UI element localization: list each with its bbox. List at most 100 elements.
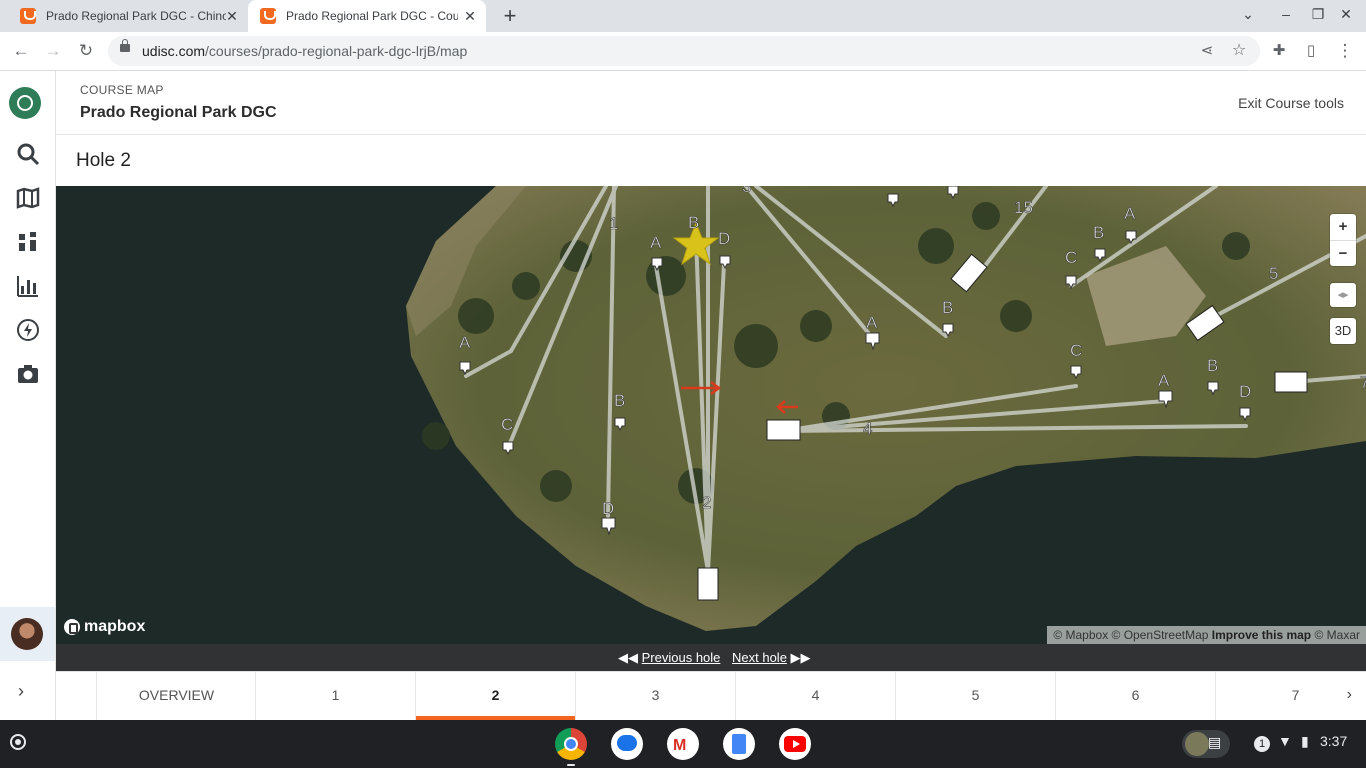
- map-label-A: A: [459, 333, 471, 352]
- browser-tab-1[interactable]: Prado Regional Park DGC - Chino ✕: [0, 0, 248, 32]
- next-hole-label: Next hole: [732, 650, 787, 665]
- wifi-icon[interactable]: ▼: [1278, 733, 1292, 749]
- next-hole-link[interactable]: Next hole ▶▶: [732, 650, 811, 666]
- map-label-hole-3: 3: [742, 186, 751, 196]
- tab-search-chevron-icon[interactable]: ⌄: [1238, 6, 1258, 23]
- minimize-icon[interactable]: –: [1276, 6, 1296, 22]
- tab-hole-4[interactable]: 4: [735, 672, 895, 721]
- left-nav-rail: ›: [0, 71, 56, 720]
- close-window-icon[interactable]: ✕: [1336, 6, 1356, 23]
- map-label-A: A: [650, 233, 662, 252]
- course-name: Prado Regional Park DGC: [80, 104, 277, 121]
- youtube-app-icon[interactable]: [779, 728, 811, 760]
- attribution-osm-link[interactable]: © OpenStreetMap: [1112, 628, 1209, 642]
- attribution-maxar-link[interactable]: © Maxar: [1314, 628, 1360, 642]
- browser-tab-title: Prado Regional Park DGC - Course: [286, 9, 458, 23]
- tab-hole-7[interactable]: 7: [1215, 672, 1366, 721]
- avatar-image: [11, 618, 43, 650]
- udisc-logo-icon[interactable]: [9, 87, 41, 119]
- camera-icon[interactable]: [15, 362, 41, 388]
- tab-overview[interactable]: OVERVIEW: [96, 672, 256, 721]
- map-label-A: A: [1158, 371, 1170, 390]
- tab-hole-3[interactable]: 3: [575, 672, 735, 721]
- map-label-hole-1: 1: [609, 214, 618, 233]
- search-icon[interactable]: [15, 142, 41, 168]
- compass-rotate-icon[interactable]: ◂▸: [1330, 283, 1356, 307]
- bookmark-star-icon[interactable]: ☆: [1228, 40, 1250, 62]
- lock-icon: [120, 39, 130, 52]
- tee-hole-4[interactable]: [766, 419, 801, 441]
- tab-hole-6[interactable]: 6: [1055, 672, 1215, 721]
- back-icon[interactable]: ←: [10, 40, 32, 62]
- close-tab-icon[interactable]: ✕: [462, 8, 478, 24]
- url-path: /courses/prado-regional-park-dgc-lrjB/ma…: [205, 43, 468, 59]
- map-label-D: D: [718, 229, 730, 248]
- reload-icon[interactable]: ↻: [75, 40, 97, 62]
- running-indicator: [567, 764, 575, 766]
- scorecard-icon[interactable]: [15, 230, 41, 256]
- os-shelf: M ▤ 1 ▼ ▮ 3:37: [0, 720, 1366, 768]
- map-label-D: D: [602, 499, 614, 518]
- stats-chart-icon[interactable]: [15, 274, 41, 300]
- chrome-app-center: [564, 737, 578, 751]
- previous-hole-link[interactable]: ◀◀ Previous hole: [618, 650, 720, 666]
- fast-forward-icon: ▶▶: [790, 650, 811, 665]
- zoom-out-button[interactable]: −: [1330, 241, 1356, 266]
- tote-thumbnail: [1185, 732, 1209, 756]
- zoom-in-button[interactable]: +: [1330, 214, 1356, 241]
- clock-time[interactable]: 3:37: [1320, 733, 1347, 749]
- docs-app-icon[interactable]: [723, 728, 755, 760]
- tee-hole-6[interactable]: [1274, 371, 1308, 393]
- share-icon[interactable]: ⋖: [1196, 40, 1218, 62]
- chrome-menu-icon[interactable]: ⋮: [1334, 40, 1356, 62]
- map-label-hole-5: 5: [1269, 264, 1278, 283]
- tote-holding-space[interactable]: ▤: [1182, 730, 1230, 758]
- map-label-C: C: [1070, 341, 1082, 360]
- url-domain: udisc.com: [142, 43, 206, 59]
- restore-icon[interactable]: ❐: [1308, 6, 1328, 23]
- zoom-control: + −: [1330, 214, 1356, 266]
- map-label-A: A: [866, 313, 878, 332]
- lightning-icon[interactable]: [15, 318, 41, 344]
- address-bar[interactable]: udisc.com/courses/prado-regional-park-dg…: [108, 36, 1260, 66]
- course-map-kicker: COURSE MAP: [80, 83, 164, 97]
- improve-this-map-link[interactable]: Improve this map: [1212, 628, 1311, 642]
- browser-toolbar: ← → ↻ udisc.com/courses/prado-regional-p…: [0, 32, 1366, 71]
- udisc-favicon-icon: [20, 8, 36, 24]
- map-label-hole-4: 4: [863, 419, 872, 438]
- launcher-icon[interactable]: [10, 734, 26, 750]
- close-tab-icon[interactable]: ✕: [224, 8, 240, 24]
- battery-icon[interactable]: ▮: [1301, 733, 1309, 750]
- tee-hole-2[interactable]: [697, 567, 719, 601]
- new-tab-icon[interactable]: +: [498, 4, 522, 28]
- side-panel-icon[interactable]: ▯: [1300, 40, 1322, 62]
- exit-course-tools-link[interactable]: Exit Course tools: [1238, 95, 1344, 111]
- notification-count-badge[interactable]: 1: [1254, 736, 1270, 752]
- map-label-C: C: [1065, 248, 1077, 267]
- map-icon[interactable]: [15, 186, 41, 212]
- extensions-puzzle-icon[interactable]: ✚: [1268, 40, 1290, 62]
- hole-navigation-bar: ◀◀ Previous hole Next hole ▶▶: [56, 644, 1366, 671]
- expand-rail-chevron-icon[interactable]: ›: [18, 681, 24, 702]
- tab-hole-2[interactable]: 2: [415, 672, 575, 721]
- mapbox-logo[interactable]: mapbox: [64, 618, 145, 636]
- forward-icon[interactable]: →: [42, 40, 64, 62]
- course-map[interactable]: 1 2 3 4 5 7 15 A B D A B C D A B C A B D…: [56, 186, 1366, 644]
- 3d-toggle-button[interactable]: 3D: [1330, 318, 1356, 344]
- attribution-mapbox-link[interactable]: © Mapbox: [1053, 628, 1108, 642]
- tab-hole-1[interactable]: 1: [255, 672, 415, 721]
- map-label-D: D: [1239, 382, 1251, 401]
- tab-hole-5[interactable]: 5: [895, 672, 1055, 721]
- gmail-app-icon[interactable]: M: [667, 728, 699, 760]
- messages-bubble: [617, 735, 637, 751]
- map-label-hole-2: 2: [702, 493, 711, 512]
- map-label-hole-15: 15: [1014, 198, 1033, 217]
- rewind-icon: ◀◀: [618, 650, 638, 665]
- tote-list-icon: ▤: [1208, 734, 1222, 750]
- browser-tab-2[interactable]: Prado Regional Park DGC - Course ✕: [248, 0, 486, 32]
- youtube-play-icon: [793, 740, 800, 748]
- messages-app-icon[interactable]: [611, 728, 643, 760]
- user-avatar[interactable]: [0, 607, 55, 661]
- chrome-app-icon[interactable]: [555, 728, 587, 760]
- scroll-tabs-right-chevron-icon[interactable]: ›: [1347, 686, 1352, 704]
